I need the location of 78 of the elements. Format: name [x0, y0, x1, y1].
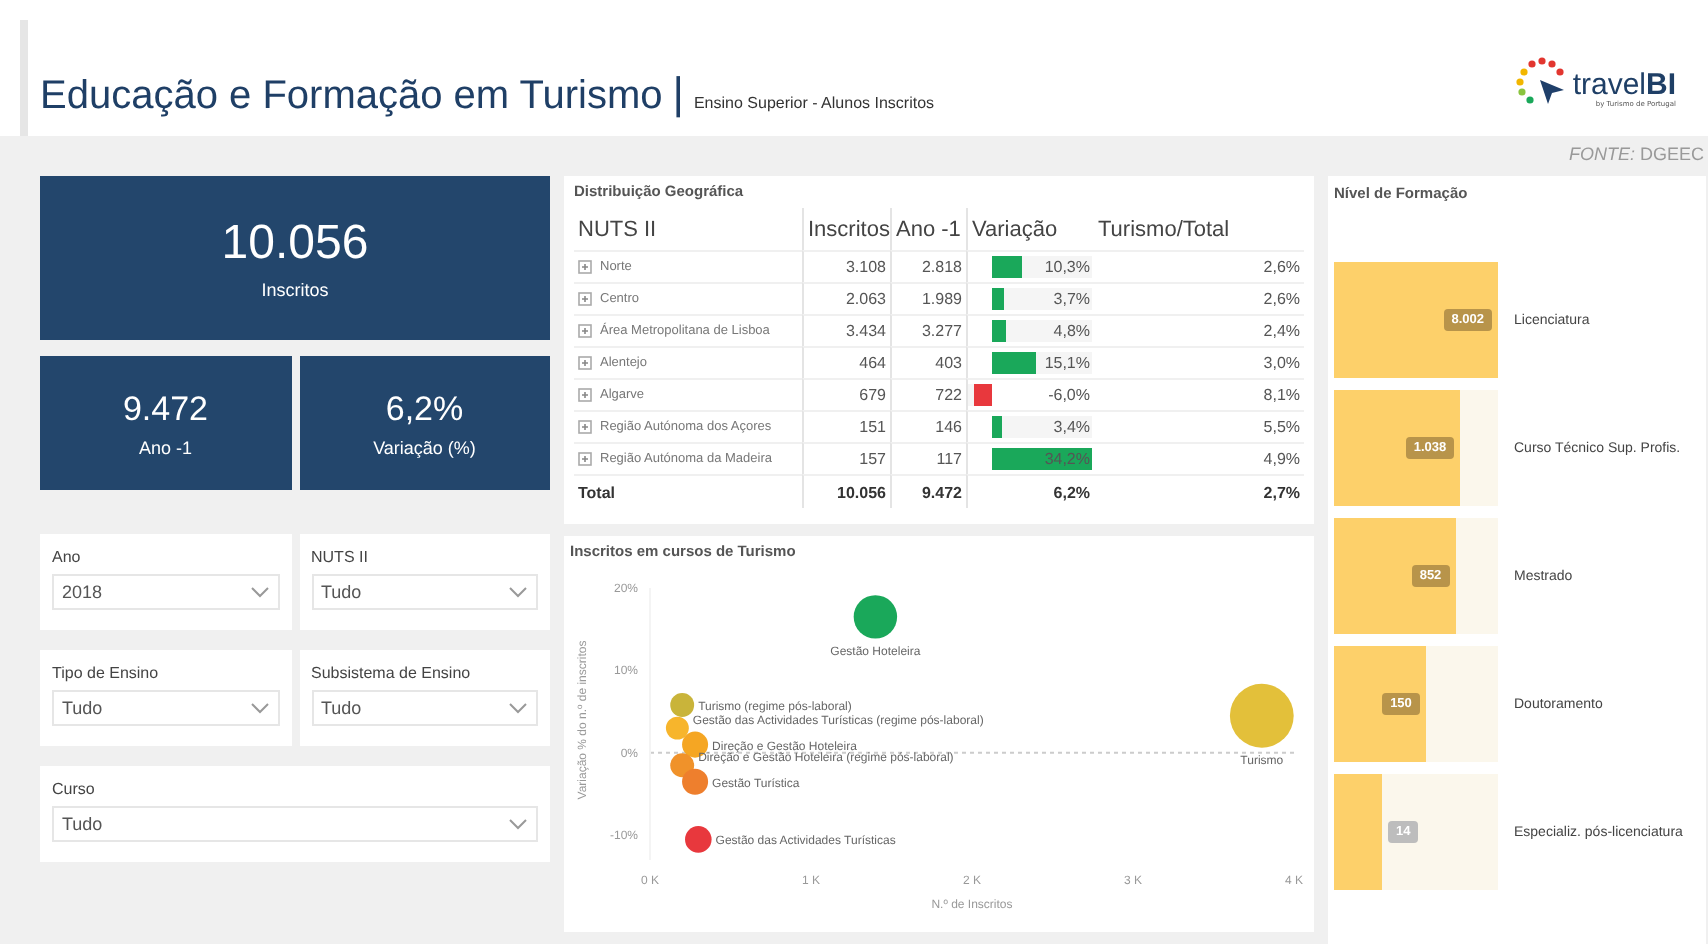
table-cell: 3.108	[802, 250, 890, 282]
table-cell: 2.063	[802, 282, 890, 314]
dashboard-subtitle: Ensino Superior - Alunos Inscritos	[693, 94, 935, 112]
bubble[interactable]	[1229, 683, 1294, 748]
table-cell: 8,1%	[1094, 378, 1304, 410]
logo-wordmark: travelBI	[1572, 70, 1676, 100]
dashboard-title: Educação e Formação em Turismo	[40, 74, 663, 120]
bubble[interactable]	[665, 716, 689, 740]
table-cell: 2,7%	[1094, 474, 1304, 508]
expand-icon[interactable]	[578, 388, 592, 402]
bubble[interactable]	[853, 595, 898, 639]
filter-label: Ano	[52, 548, 83, 566]
expand-icon[interactable]	[578, 452, 592, 466]
filter-label: Tipo de Ensino	[52, 664, 161, 682]
table-cell: 1.989	[890, 282, 966, 314]
table-cell: 157	[802, 442, 890, 474]
chevron-down-icon	[508, 818, 528, 830]
kpi-value: 9.472	[122, 389, 209, 429]
total-label: Total	[574, 474, 802, 508]
table-cell: 4,8%	[1053, 322, 1090, 340]
dropdown-field[interactable]: Tudo	[52, 690, 279, 726]
bubble[interactable]	[685, 826, 712, 853]
table-cell: 10.056	[802, 474, 890, 508]
table-cell: 2,6%	[1094, 282, 1304, 314]
column-header: Turismo/Total	[1096, 216, 1232, 246]
column-header: Inscritos	[802, 208, 890, 250]
dropdown-field[interactable]: Tudo	[311, 690, 538, 726]
source-note: FONTE: DGEEC	[1568, 144, 1704, 164]
table-cell: 2.818	[890, 250, 966, 282]
filter-label: NUTS II	[311, 548, 370, 566]
chevron-down-icon	[249, 702, 269, 714]
table-cell: 679	[802, 378, 890, 410]
expand-icon[interactable]	[578, 260, 592, 274]
table-cell: 464	[802, 346, 890, 378]
table-cell: 10,3%	[1044, 258, 1090, 276]
table-cell: 15,1%	[1044, 354, 1090, 372]
expand-icon[interactable]	[578, 356, 592, 370]
kpi-value: 6,2%	[385, 389, 464, 429]
table-cell: 2,4%	[1094, 314, 1304, 346]
kpi-label: Variação (%)	[373, 437, 476, 457]
kpi-label: Ano -1	[138, 437, 193, 457]
table-cell: 3,7%	[1053, 290, 1090, 308]
expand-icon[interactable]	[578, 324, 592, 338]
table-cell: 3.277	[890, 314, 966, 346]
column-header: NUTS II	[576, 216, 659, 246]
dropdown-field[interactable]: 2018	[52, 574, 279, 610]
dropdown-field[interactable]: Tudo	[311, 574, 538, 610]
filter-label: Curso	[52, 780, 97, 798]
table-cell: 403	[890, 346, 966, 378]
table-cell: 6,2%	[966, 474, 1094, 508]
dropdown-field[interactable]: Tudo	[52, 806, 538, 842]
chevron-down-icon	[508, 702, 528, 714]
title-separator: |	[672, 68, 684, 120]
chevron-down-icon	[249, 586, 269, 598]
expand-icon[interactable]	[578, 420, 592, 434]
table-cell: 2,6%	[1094, 250, 1304, 282]
table-cell: 9.472	[890, 474, 966, 508]
table-cell: 117	[890, 442, 966, 474]
table-cell: 151	[802, 410, 890, 442]
table-cell: 4,9%	[1094, 442, 1304, 474]
table-cell: 146	[890, 410, 966, 442]
bubble[interactable]	[682, 768, 709, 795]
table-cell: 3,4%	[1053, 418, 1090, 436]
bubble[interactable]	[670, 693, 695, 717]
filter-label: Subsistema de Ensino	[311, 664, 473, 682]
kpi-value: 10.056	[221, 216, 369, 272]
expand-icon[interactable]	[578, 292, 592, 306]
table-cell: 3.434	[802, 314, 890, 346]
table-cell: -6,0%	[1048, 386, 1090, 404]
column-header: Variação	[966, 208, 1094, 250]
chevron-down-icon	[508, 586, 528, 598]
table-cell: 34,2%	[1044, 450, 1090, 468]
table-cell: 722	[890, 378, 966, 410]
column-header: Ano -1	[890, 208, 966, 250]
bubble[interactable]	[670, 753, 695, 778]
table-cell: 3,0%	[1094, 346, 1304, 378]
kpi-label: Inscritos	[261, 280, 329, 300]
table-cell: 5,5%	[1094, 410, 1304, 442]
